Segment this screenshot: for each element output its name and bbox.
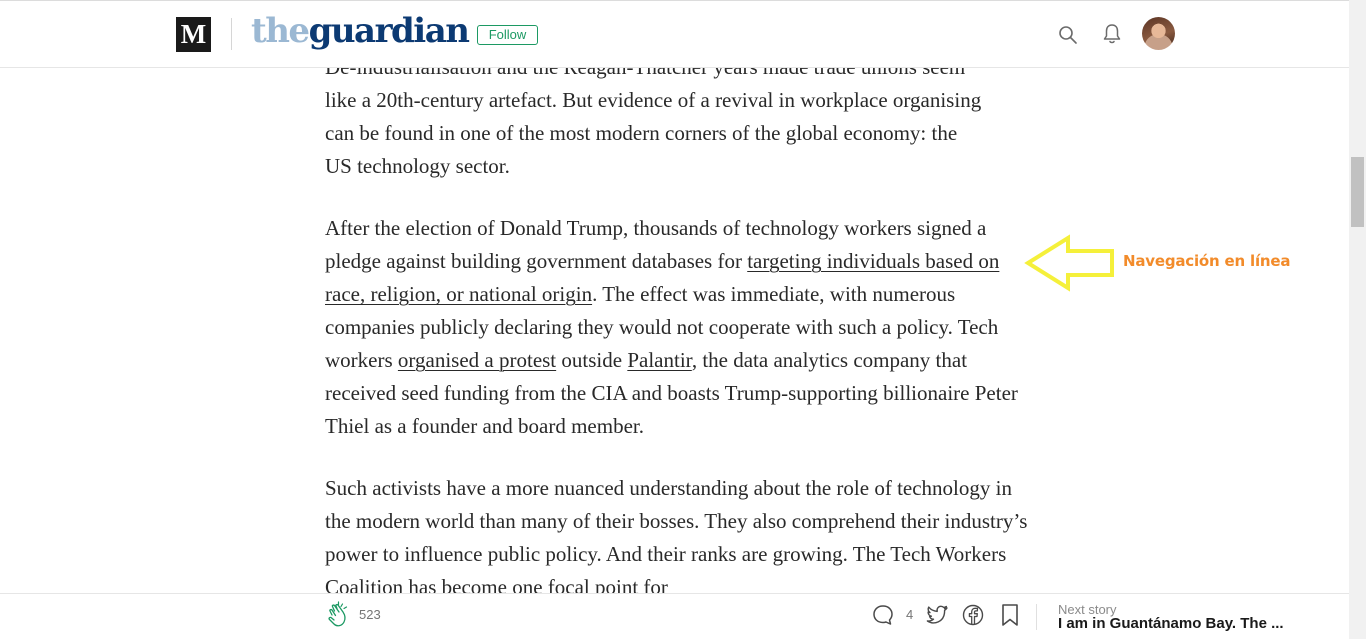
paragraph-1-line-4: US technology sector.	[325, 154, 510, 178]
article-paragraph-3: Such activists have a more nuanced under…	[325, 476, 1028, 599]
search-icon[interactable]	[1058, 25, 1078, 45]
follow-button[interactable]: Follow	[477, 25, 538, 45]
next-story-title[interactable]: I am in Guantánamo Bay. The ...	[1058, 615, 1284, 632]
paragraph-1-line-2: like a 20th-century artefact. But eviden…	[325, 88, 982, 112]
bookmark-icon[interactable]	[1001, 603, 1019, 627]
next-story-divider	[1036, 604, 1037, 630]
publication-logo[interactable]: theguardian	[251, 9, 470, 53]
scrollbar-track[interactable]	[1349, 0, 1366, 639]
inline-link-palantir[interactable]: Palantir	[627, 348, 691, 372]
bell-icon[interactable]	[1102, 23, 1122, 45]
scrollbar-thumb[interactable]	[1351, 157, 1364, 227]
annotation-label: Navegación en línea	[1123, 252, 1291, 270]
user-avatar[interactable]	[1142, 17, 1175, 50]
paragraph-1-line-3: can be found in one of the most modern c…	[325, 121, 958, 145]
response-count: 4	[906, 607, 914, 622]
publication-logo-prefix: the	[251, 11, 310, 51]
medium-logo[interactable]: M	[176, 17, 211, 52]
annotation-arrow-icon	[1024, 234, 1114, 292]
facebook-icon[interactable]	[962, 604, 984, 626]
publication-logo-name: guardian	[308, 11, 470, 51]
clap-icon[interactable]	[326, 601, 352, 629]
paragraph-2-text-3: outside	[556, 348, 628, 372]
response-bubble-icon[interactable]	[872, 604, 894, 626]
inline-link-organised-protest[interactable]: organised a protest	[398, 348, 556, 372]
article-paragraph-2: After the election of Donald Trump, thou…	[325, 212, 1030, 443]
clap-count: 523	[359, 607, 381, 622]
logo-divider	[231, 18, 232, 50]
twitter-icon[interactable]	[925, 604, 949, 626]
top-navigation-bar: M theguardian Follow	[0, 0, 1349, 68]
article-paragraph-1: De-industrialisation and the Reagan-That…	[325, 51, 1030, 183]
